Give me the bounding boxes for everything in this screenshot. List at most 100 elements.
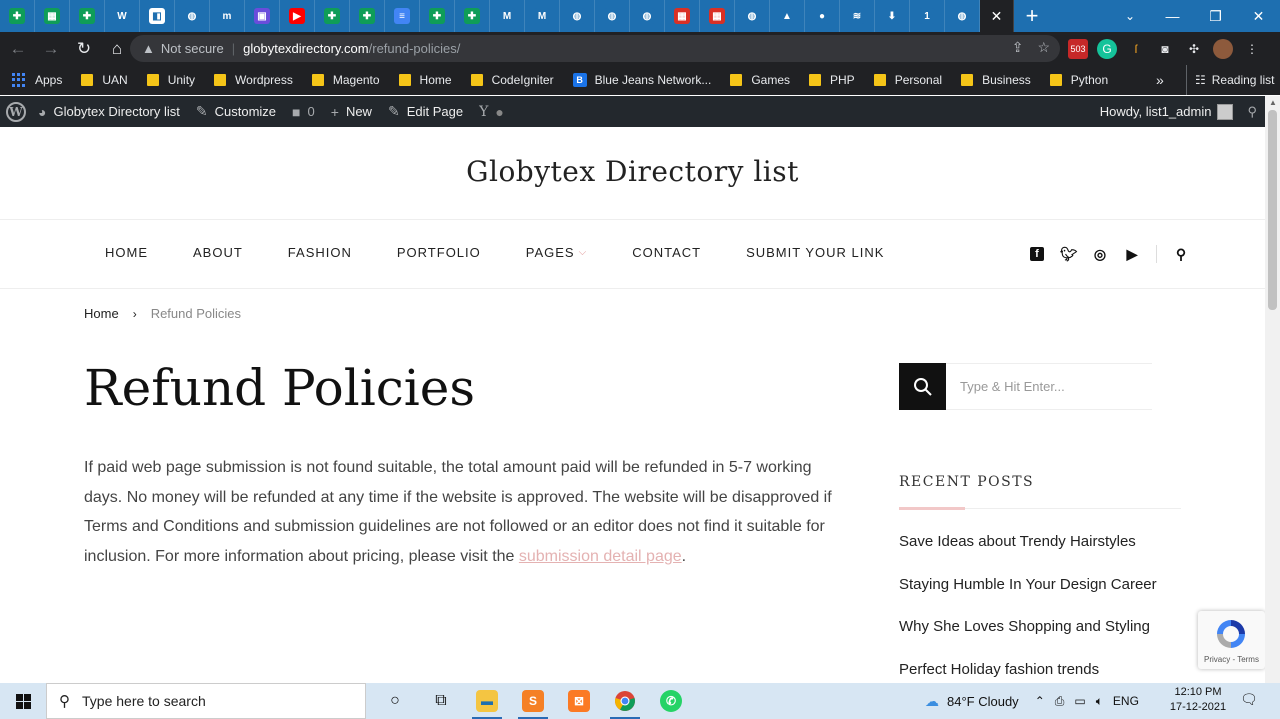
bookmarks-overflow-button[interactable]: » (1156, 72, 1164, 88)
header-search-icon[interactable]: ⚲ (1173, 246, 1189, 263)
minimize-button[interactable]: — (1151, 0, 1194, 32)
admin-account[interactable]: Howdy, list1_admin ⚲ (1100, 96, 1265, 127)
browser-tab[interactable]: M (490, 0, 525, 32)
puzzle-icon[interactable]: ✣ (1184, 39, 1204, 59)
menu-dots-icon[interactable]: ⋮ (1242, 39, 1262, 59)
browser-tab[interactable]: ✚ (350, 0, 385, 32)
reading-list-button[interactable]: ☷ Reading list (1186, 65, 1274, 95)
nav-fashion[interactable]: FASHION (288, 245, 352, 260)
recent-post-link[interactable]: Staying Humble In Your Design Career (899, 576, 1157, 619)
submission-detail-link[interactable]: submission detail page (519, 548, 682, 565)
facebook-icon[interactable]: f (1030, 247, 1044, 261)
recent-post-link[interactable]: Why She Loves Shopping and Styling (899, 618, 1157, 661)
chrome-icon[interactable] (602, 683, 648, 719)
bookmark-folder[interactable]: Magento (311, 73, 380, 87)
browser-tab[interactable]: ◍ (560, 0, 595, 32)
start-button[interactable] (0, 683, 46, 719)
clock[interactable]: 12:10 PM 17-12-2021 (1168, 685, 1228, 715)
grammarly-icon[interactable]: G (1097, 39, 1117, 59)
instagram-icon[interactable]: ◎ (1092, 246, 1108, 263)
bookmark-folder[interactable]: Games (730, 73, 790, 87)
browser-tab[interactable]: ≡ (385, 0, 420, 32)
browser-tab[interactable]: ▣ (245, 0, 280, 32)
chevron-up-icon[interactable]: ⌃ (1035, 694, 1045, 708)
cortana-icon[interactable]: ○ (372, 683, 418, 719)
wordpress-logo-icon[interactable]: W (6, 101, 26, 122)
recaptcha-links[interactable]: Privacy - Terms (1204, 655, 1259, 664)
bookmark-bluejeans[interactable]: B Blue Jeans Network... (572, 73, 711, 87)
browser-tab[interactable]: ≋ (840, 0, 875, 32)
whatsapp-icon[interactable]: ✆ (648, 683, 694, 719)
admin-site-name[interactable]: ◕ Globytex Directory list (38, 104, 180, 120)
active-browser-tab[interactable]: ✕ (980, 0, 1014, 32)
task-view-icon[interactable]: ⧉ (418, 683, 464, 719)
volume-icon[interactable]: 🔈︎ (1096, 694, 1103, 709)
share-icon[interactable]: ⇪ (1012, 39, 1024, 56)
site-title[interactable]: Globytex Directory list (0, 155, 1265, 188)
browser-tab[interactable]: ◍ (630, 0, 665, 32)
nav-about[interactable]: ABOUT (193, 245, 243, 260)
bookmark-folder[interactable]: CodeIgniter (470, 73, 554, 87)
browser-tab[interactable]: ⬇ (875, 0, 910, 32)
browser-tab[interactable]: ▲ (770, 0, 805, 32)
browser-tab[interactable]: ◍ (595, 0, 630, 32)
bookmark-folder[interactable]: Unity (146, 73, 195, 87)
search-button[interactable] (899, 363, 946, 410)
youtube-icon[interactable]: ▶ (1124, 246, 1140, 263)
close-tab-icon[interactable]: ✕ (991, 8, 1003, 25)
browser-tab[interactable]: ▦ (700, 0, 735, 32)
browser-tab[interactable]: ✚ (315, 0, 350, 32)
breadcrumb-home[interactable]: Home (84, 306, 119, 321)
back-button[interactable]: ← (3, 34, 33, 64)
bookmark-folder[interactable]: Personal (873, 73, 942, 87)
bookmark-apps[interactable]: Apps (12, 73, 62, 87)
new-tab-button[interactable]: + (1014, 0, 1050, 32)
forward-button[interactable]: → (36, 34, 66, 64)
language-indicator[interactable]: ENG (1113, 694, 1139, 708)
browser-tab[interactable]: ◧ (140, 0, 175, 32)
admin-new[interactable]: + New (331, 104, 372, 120)
browser-tab[interactable]: ◍ (175, 0, 210, 32)
admin-customize[interactable]: ✎ Customize (196, 103, 276, 120)
bookmark-folder[interactable]: PHP (809, 73, 855, 87)
close-window-button[interactable]: ✕ (1237, 0, 1280, 32)
browser-tab[interactable]: ◍ (945, 0, 980, 32)
file-explorer-icon[interactable]: ▬ (464, 683, 510, 719)
recent-post-link[interactable]: Save Ideas about Trendy Hairstyles (899, 533, 1157, 576)
bookmark-folder[interactable]: Business (961, 73, 1031, 87)
admin-edit-page[interactable]: ✎ Edit Page (388, 103, 463, 120)
tab-search-chevron-icon[interactable]: ⌄ (1110, 0, 1150, 32)
browser-tab[interactable]: ✚ (420, 0, 455, 32)
browser-tab[interactable]: ✚ (455, 0, 490, 32)
reload-button[interactable]: ↻ (69, 34, 99, 64)
bookmark-folder[interactable]: UAN (81, 73, 128, 87)
weather-widget[interactable]: ☁ 84°F Cloudy (925, 693, 1019, 710)
browser-tab[interactable]: ▦ (665, 0, 700, 32)
nav-contact[interactable]: CONTACT (632, 245, 701, 260)
browser-tab[interactable]: 1 (910, 0, 945, 32)
browser-tab[interactable]: ✚ (70, 0, 105, 32)
taskbar-search[interactable]: ⚲ Type here to search (46, 683, 366, 719)
nav-submit-link[interactable]: SUBMIT YOUR LINK (746, 245, 884, 260)
profile-avatar[interactable] (1213, 39, 1233, 59)
bookmark-star-icon[interactable]: ☆ (1037, 39, 1050, 56)
home-button[interactable]: ⌂ (102, 34, 132, 64)
admin-search-icon[interactable]: ⚲ (1247, 104, 1257, 120)
nav-home[interactable]: HOME (105, 245, 148, 260)
restore-button[interactable]: ❐ (1194, 0, 1237, 32)
extension-f-icon[interactable]: ſ (1126, 39, 1146, 59)
monitor-icon[interactable]: ▭ (1074, 694, 1085, 708)
notification-icon[interactable]: 🗨︎ (1240, 691, 1258, 708)
network-device-icon[interactable]: ⎙ (1055, 694, 1065, 709)
bookmark-folder[interactable]: Python (1049, 73, 1108, 87)
xampp-icon[interactable]: ⊠ (556, 683, 602, 719)
recaptcha-badge[interactable]: Privacy - Terms (1198, 611, 1265, 669)
browser-tab[interactable]: M (525, 0, 560, 32)
browser-tab[interactable]: ● (805, 0, 840, 32)
browser-tab[interactable]: ▶ (280, 0, 315, 32)
search-input[interactable] (946, 363, 1152, 410)
bookmark-folder[interactable]: Wordpress (214, 73, 293, 87)
browser-tab[interactable]: ▦ (35, 0, 70, 32)
admin-comments[interactable]: ■ 0 (292, 104, 315, 120)
nav-pages[interactable]: PAGES ⌵ (526, 245, 587, 260)
